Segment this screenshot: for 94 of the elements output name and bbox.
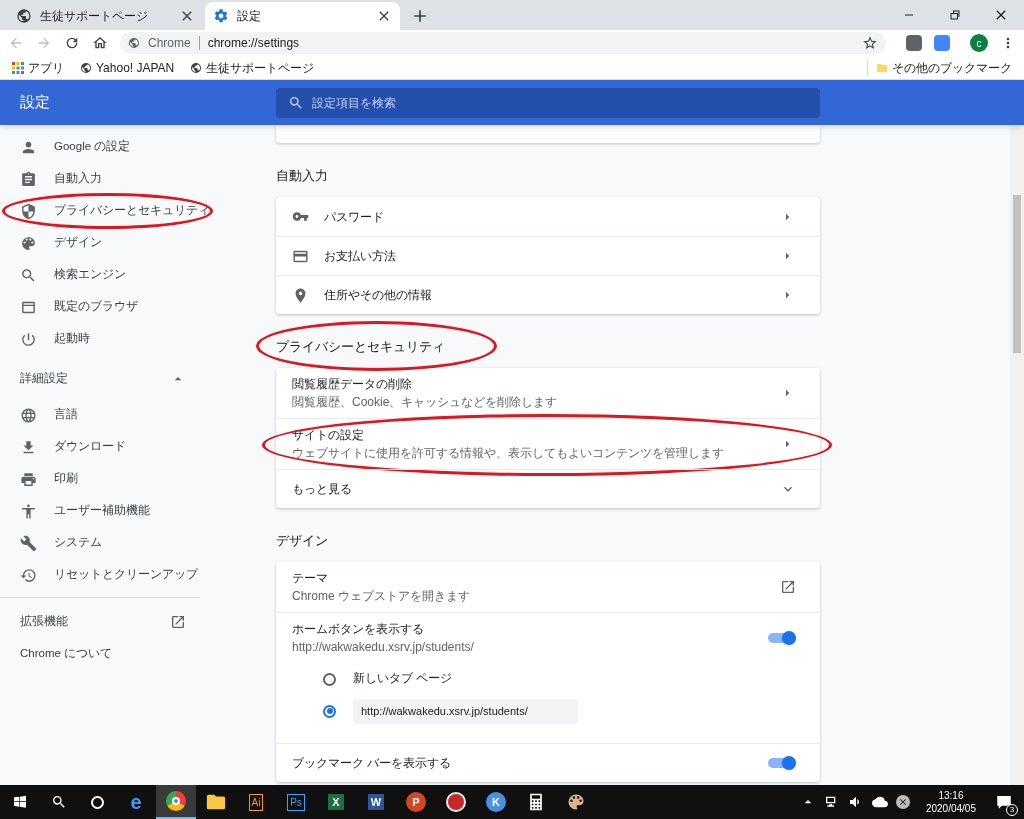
cloud-icon <box>871 794 888 810</box>
url-input-field[interactable]: http://wakwakedu.xsrv.jp/students/ <box>353 698 578 724</box>
radio-label: 新しいタブ ページ <box>353 671 453 687</box>
sidebar-item[interactable]: 印刷 <box>54 470 78 488</box>
sidebar-item[interactable]: システム <box>54 534 102 552</box>
section-heading: デザイン <box>276 534 328 548</box>
setting-description: http://wakwakedu.xsrv.jp/students/ <box>292 639 475 656</box>
printer-icon <box>20 470 37 488</box>
browser-app-icon[interactable]: e <box>130 787 142 817</box>
setting-label: もっと見る <box>292 481 353 498</box>
photoshop-app-icon[interactable]: Ps <box>287 793 305 811</box>
page-title: 設定 <box>19 92 51 113</box>
search-icon <box>20 266 37 284</box>
translate-extension-icon[interactable] <box>934 35 950 51</box>
accessibility-icon <box>20 502 37 520</box>
setting-label: ブックマーク バーを表示する <box>292 755 453 772</box>
browser-tab[interactable]: 設定 <box>205 2 400 30</box>
home-icon <box>92 35 108 51</box>
scrollbar-thumb[interactable] <box>1013 195 1021 353</box>
toggle-switch[interactable] <box>768 756 796 770</box>
chrome-app-icon[interactable] <box>166 791 186 811</box>
sidebar-item[interactable]: 起動時 <box>54 330 90 348</box>
sidebar-item[interactable]: Google の設定 <box>54 138 131 156</box>
profile-avatar[interactable]: c <box>970 34 988 52</box>
bookmark-link[interactable]: Yahoo! JAPAN <box>96 58 175 77</box>
history-icon <box>20 566 37 584</box>
sidebar-link[interactable]: Chrome について <box>20 645 113 663</box>
setting-label: 住所やその他の情報 <box>324 287 433 304</box>
globe-icon <box>80 61 92 74</box>
open-in-new-icon <box>170 614 186 630</box>
section-heading: 自動入力 <box>276 169 328 183</box>
setting-label: ホームボタンを表示する <box>292 621 425 638</box>
back-arrow-icon <box>8 35 24 51</box>
setting-label: サイトの設定 <box>292 427 365 444</box>
illustrator-app-icon[interactable]: Ai <box>248 793 264 811</box>
forward-arrow-icon <box>36 35 52 51</box>
reload-icon <box>64 35 80 51</box>
shield-icon <box>20 202 37 220</box>
wrench-icon <box>20 534 37 552</box>
spreadsheet-app-icon[interactable]: X <box>328 793 344 811</box>
sidebar-item[interactable]: プライバシーとセキュリティ <box>54 202 210 220</box>
globe-icon <box>16 8 32 24</box>
windows-logo-icon <box>12 794 28 810</box>
sidebar-item[interactable]: リセットとクリーンアップ <box>54 566 198 584</box>
setting-description: 閲覧履歴、Cookie、キャッシュなどを削除します <box>292 394 559 411</box>
bookmark-folder[interactable]: その他のブックマーク <box>892 58 1012 77</box>
sidebar-item[interactable]: 言語 <box>54 406 78 424</box>
power-icon <box>20 330 37 348</box>
tab-title: 生徒サポートページ <box>40 8 149 25</box>
star-icon <box>862 35 878 51</box>
search-icon <box>51 794 67 810</box>
sidebar-link[interactable]: 拡張機能 <box>20 613 170 631</box>
section-heading: プライバシーとセキュリティ <box>276 340 445 354</box>
globe-icon <box>190 61 203 74</box>
tab-title: 設定 <box>237 8 262 25</box>
presentation-app-icon[interactable]: P <box>406 792 426 812</box>
radio-button[interactable] <box>323 704 336 718</box>
url-text: chrome://settings <box>207 35 300 52</box>
sidebar-item[interactable]: ダウンロード <box>54 438 126 456</box>
setting-description: ウェブサイトに使用を許可する情報や、表示してもよいコンテンツを管理します <box>292 445 725 462</box>
setting-label: テーマ <box>292 570 329 587</box>
clipboard-icon <box>20 170 37 188</box>
bookmark-link[interactable]: 生徒サポートページ <box>206 58 315 77</box>
advanced-toggle[interactable]: 詳細設定 <box>0 359 256 399</box>
message-icon <box>995 793 1013 811</box>
apps-grid-icon <box>12 61 24 74</box>
toggle-switch[interactable] <box>768 631 796 645</box>
setting-label: お支払い方法 <box>324 248 397 265</box>
clock-date: 2020/04/05 <box>925 802 976 815</box>
sidebar-item[interactable]: 既定のブラウザ <box>54 298 138 316</box>
site-label: Chrome <box>148 35 191 52</box>
search-field[interactable]: 設定項目を検索 <box>276 87 820 118</box>
gear-icon <box>213 8 229 24</box>
globe-icon <box>20 406 37 424</box>
radio-button[interactable] <box>323 672 336 686</box>
sidebar-item[interactable]: デザイン <box>54 234 102 252</box>
setting-description: Chrome ウェブストアを開きます <box>292 588 471 605</box>
setting-label: パスワード <box>324 208 385 226</box>
sidebar-item[interactable]: 自動入力 <box>54 170 102 188</box>
bookmark-link[interactable]: アプリ <box>28 58 64 77</box>
clock-time: 13:16 <box>938 789 964 802</box>
sidebar-item[interactable]: ユーザー補助機能 <box>54 502 150 520</box>
search-icon <box>288 94 304 111</box>
restore-window-icon <box>949 9 961 21</box>
sidebar-item[interactable]: 検索エンジン <box>54 266 126 284</box>
setting-label: 閲覧履歴データの削除 <box>292 376 413 393</box>
palette-icon <box>20 234 37 252</box>
address-bar[interactable]: Chrome chrome://settings <box>120 32 886 54</box>
word-app-icon[interactable]: W <box>367 793 385 811</box>
open-in-new-icon <box>780 579 796 595</box>
folder-icon <box>876 61 888 74</box>
notification-count: 3 <box>1006 804 1018 816</box>
notification-button[interactable]: 3 <box>992 790 1016 814</box>
extension-icon[interactable] <box>906 35 922 51</box>
